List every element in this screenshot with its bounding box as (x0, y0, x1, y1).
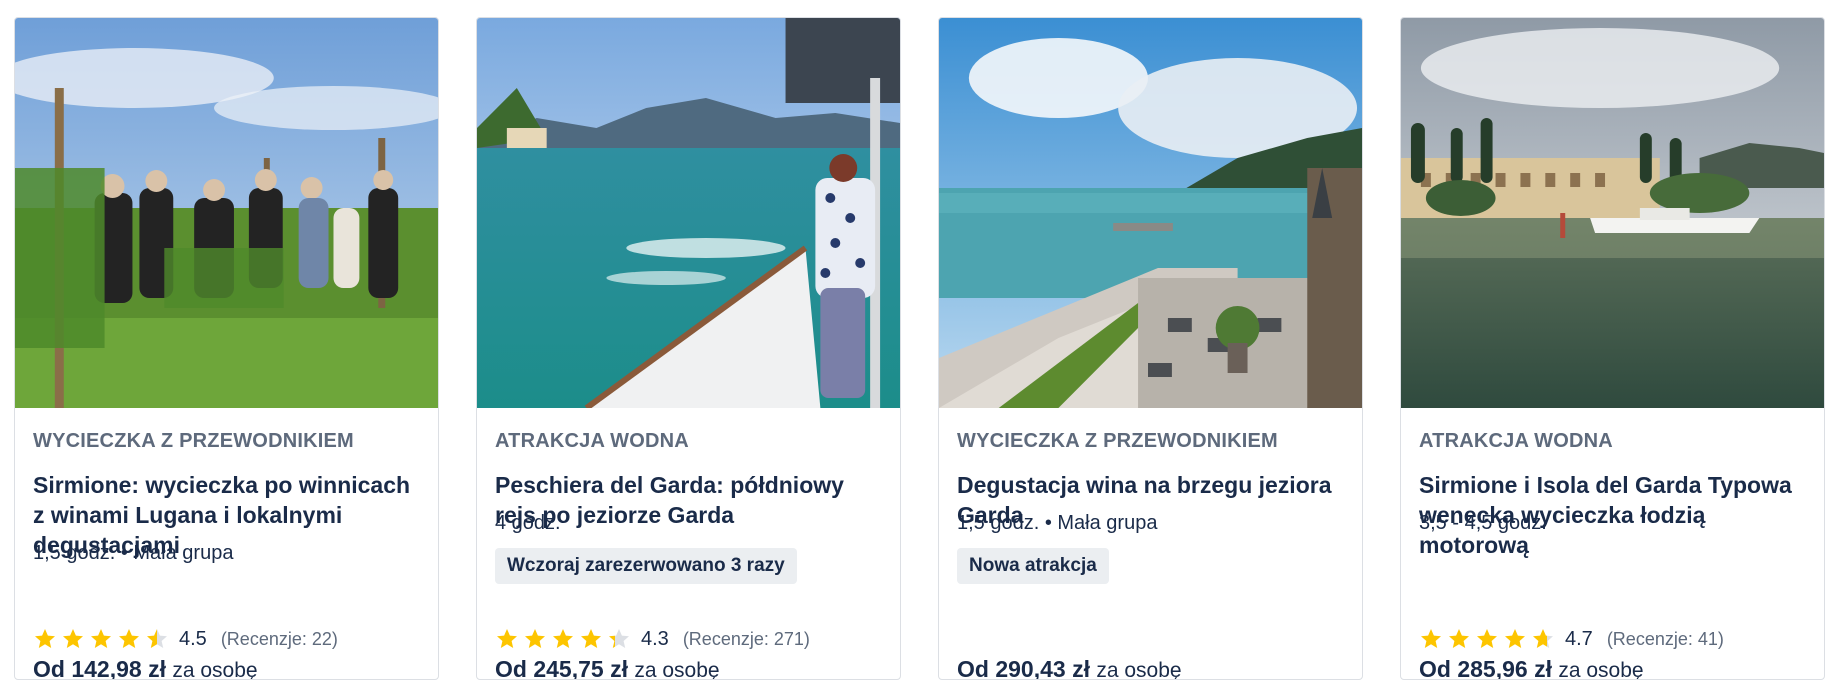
card-price: Od 142,98 zł za osobę (33, 656, 258, 680)
price-amount: Od 285,96 zł (1419, 656, 1552, 680)
price-amount: Od 245,75 zł (495, 656, 628, 680)
card-body: ATRAKCJA WODNA Peschiera del Garda: półd… (495, 408, 886, 679)
rating-value: 4.3 (641, 627, 669, 650)
new-attraction-badge: Nowa atrakcja (957, 548, 1109, 584)
card-body: ATRAKCJA WODNA Sirmione i Isola del Gard… (1419, 408, 1810, 679)
star-icon (35, 629, 55, 648)
activity-photo-motorboat-villa[interactable] (1401, 18, 1824, 408)
activity-card[interactable]: ATRAKCJA WODNA Sirmione i Isola del Gard… (1400, 17, 1825, 680)
rating-value: 4.7 (1565, 627, 1593, 650)
rating-stars (495, 627, 631, 651)
star-icon (1533, 629, 1553, 648)
price-unit: za osobę (634, 659, 720, 680)
price-unit: za osobę (1096, 659, 1182, 680)
star-icon (581, 629, 601, 648)
booking-badge: Wczoraj zarezerwowano 3 razy (495, 548, 797, 584)
star-icon (147, 629, 167, 648)
star-icon (497, 629, 517, 648)
activity-photo-boat-cruise[interactable] (477, 18, 900, 408)
card-category: WYCIECZKA Z PRZEWODNIKIEM (33, 430, 354, 452)
card-category: ATRAKCJA WODNA (495, 430, 689, 452)
rating-stars (1419, 627, 1555, 651)
star-icon (119, 629, 139, 648)
price-amount: Od 290,43 zł (957, 656, 1090, 680)
star-icon (1505, 629, 1525, 648)
star-icon (1477, 629, 1497, 648)
card-price: Od 245,75 zł za osobę (495, 656, 720, 680)
star-icon (553, 629, 573, 648)
card-duration-meta: 1,5 godz. • Mała grupa (33, 542, 234, 564)
activity-photo-lakeside-terrace[interactable] (939, 18, 1362, 408)
card-body: WYCIECZKA Z PRZEWODNIKIEM Degustacja win… (957, 408, 1348, 679)
star-icon (1421, 629, 1441, 648)
activity-card[interactable]: WYCIECZKA Z PRZEWODNIKIEM Sirmione: wyci… (14, 17, 439, 680)
activity-card[interactable]: ATRAKCJA WODNA Peschiera del Garda: półd… (476, 17, 901, 680)
card-price: Od 290,43 zł za osobę (957, 656, 1182, 680)
card-body: WYCIECZKA Z PRZEWODNIKIEM Sirmione: wyci… (33, 408, 424, 679)
price-unit: za osobę (1558, 659, 1644, 680)
card-category: WYCIECZKA Z PRZEWODNIKIEM (957, 430, 1278, 452)
activity-card[interactable]: WYCIECZKA Z PRZEWODNIKIEM Degustacja win… (938, 17, 1363, 680)
star-icon (609, 629, 629, 648)
price-amount: Od 142,98 zł (33, 656, 166, 680)
card-price: Od 285,96 zł za osobę (1419, 656, 1644, 680)
review-count: (Recenzje: 271) (682, 628, 810, 649)
review-count: (Recenzje: 41) (1606, 628, 1724, 649)
star-icon (1449, 629, 1469, 648)
card-duration-meta: 4 godz. (495, 512, 561, 534)
price-unit: za osobę (172, 659, 258, 680)
card-rating: 4.5 (Recenzje: 22) (33, 624, 338, 654)
activity-card-grid: WYCIECZKA Z PRZEWODNIKIEM Sirmione: wyci… (14, 17, 1826, 680)
card-duration-meta: 3,5 - 4,5 godz. (1419, 512, 1547, 534)
star-icon (91, 629, 111, 648)
card-category: ATRAKCJA WODNA (1419, 430, 1613, 452)
review-count: (Recenzje: 22) (220, 628, 338, 649)
card-rating: 4.3 (Recenzje: 271) (495, 624, 810, 654)
star-icon (63, 629, 83, 648)
card-duration-meta: 1,5 godz. • Mała grupa (957, 512, 1158, 534)
rating-value: 4.5 (179, 627, 207, 650)
activity-photo-vineyard[interactable] (15, 18, 438, 408)
star-icon (525, 629, 545, 648)
rating-stars (33, 627, 169, 651)
card-rating: 4.7 (Recenzje: 41) (1419, 624, 1724, 654)
